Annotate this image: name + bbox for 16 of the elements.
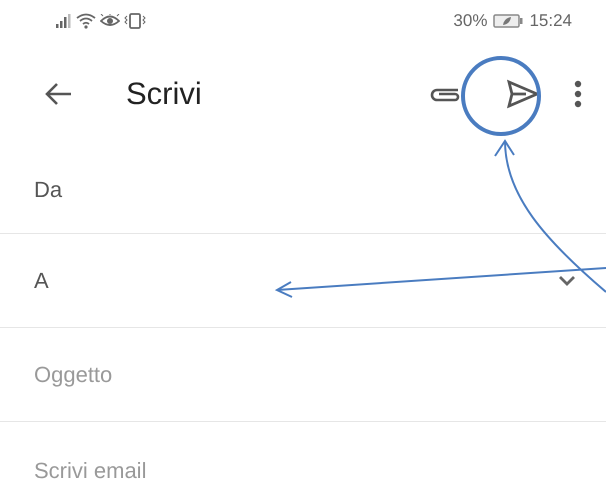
clock-time: 15:24	[529, 11, 572, 31]
field-label: A	[34, 268, 49, 294]
arrow-left-icon	[44, 82, 72, 106]
input-field[interactable]: Scrivi email	[34, 458, 576, 484]
battery-percent: 30%	[453, 11, 488, 31]
signal-icon	[56, 14, 72, 28]
battery-icon	[493, 14, 524, 28]
more-vert-icon	[574, 80, 582, 108]
send-icon	[506, 79, 540, 109]
wifi-icon	[76, 13, 96, 29]
compose-title: Scrivi	[126, 76, 203, 112]
eye-icon	[100, 14, 120, 28]
field-label: Da	[34, 176, 62, 202]
input-field[interactable]: Oggetto	[34, 362, 576, 388]
vibrate-icon	[124, 13, 146, 29]
chevron-down-icon[interactable]	[558, 275, 576, 286]
